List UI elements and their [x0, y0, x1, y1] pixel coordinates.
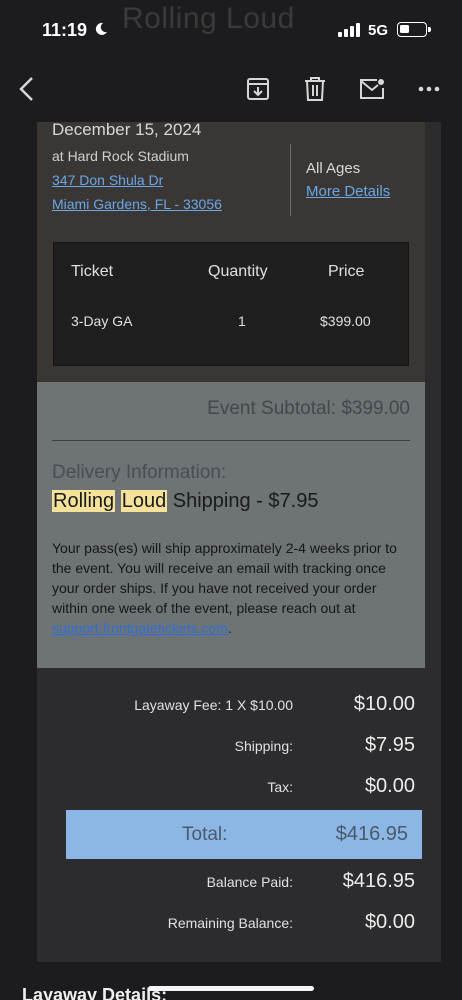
address-line1-link[interactable]: 347 Don Shula Dr — [52, 172, 163, 188]
balance-paid-row: Balance Paid: $416.95 — [37, 867, 441, 897]
highlight-word: Loud — [120, 490, 168, 512]
summary-value: $10.00 — [353, 693, 415, 715]
ticket-table: Ticket Quantity Price 3-Day GA 1 $399.00 — [53, 242, 409, 366]
row-quantity: 1 — [238, 313, 246, 329]
divider — [52, 440, 410, 441]
summary-value: $0.00 — [364, 911, 415, 933]
tax-row: Tax: $0.00 — [37, 772, 441, 802]
layaway-details-heading: Layaway Details: — [22, 985, 168, 1000]
event-venue: at Hard Rock Stadium — [52, 148, 189, 164]
mail-toolbar — [0, 58, 462, 122]
more-icon — [418, 86, 440, 92]
summary-label: Tax: — [267, 779, 293, 795]
layaway-fee-row: Layaway Fee: 1 X $10.00 $10.00 — [37, 690, 441, 720]
header-ticket: Ticket — [71, 263, 114, 280]
more-details-link[interactable]: More Details — [306, 183, 390, 200]
total-label: Total: — [182, 824, 228, 845]
summary-label: Balance Paid: — [206, 874, 293, 890]
summary-label: Remaining Balance: — [167, 915, 293, 931]
address-line2-link[interactable]: Miami Gardens, FL - 33056 — [52, 196, 222, 212]
event-subtotal: Event Subtotal: $399.00 — [207, 398, 410, 419]
trash-button[interactable] — [298, 72, 332, 106]
shipping-info-end: . — [227, 620, 232, 636]
shipping-info-text: Your pass(es) will ship approximately 2-… — [52, 540, 397, 616]
clock: 11:19 — [42, 20, 88, 40]
email-body: December 15, 2024 at Hard Rock Stadium 3… — [37, 120, 441, 962]
highlight-word: Rolling — [52, 490, 116, 512]
archive-icon — [247, 78, 269, 100]
event-date: December 15, 2024 — [52, 120, 202, 139]
event-details: December 15, 2024 at Hard Rock Stadium 3… — [37, 120, 425, 382]
back-button[interactable] — [10, 72, 44, 106]
archive-button[interactable] — [241, 72, 275, 106]
summary-label: Shipping: — [234, 738, 293, 754]
summary-label: Layaway Fee: 1 X $10.00 — [134, 697, 293, 713]
shipping-price: Shipping - $7.95 — [167, 490, 319, 512]
moon-icon — [95, 22, 107, 35]
shipping-method: Rolling Loud Shipping - $7.95 — [52, 490, 318, 513]
total-row: Total: $416.95 — [66, 810, 422, 859]
row-ticket: 3-Day GA — [71, 313, 133, 329]
remaining-balance-row: Remaining Balance: $0.00 — [37, 908, 441, 938]
summary-value: $7.95 — [364, 734, 415, 756]
network-type: 5G — [368, 22, 389, 39]
home-indicator[interactable] — [148, 986, 314, 991]
mark-unread-button[interactable] — [355, 72, 389, 106]
trash-icon — [305, 77, 325, 101]
header-quantity: Quantity — [208, 263, 268, 280]
header-price: Price — [328, 263, 365, 280]
email-subject-ghost: Rolling Loud — [122, 2, 295, 35]
summary-value: $0.00 — [364, 775, 415, 797]
divider — [290, 144, 291, 216]
battery-icon — [397, 22, 431, 37]
delivery-section: Event Subtotal: $399.00 Delivery Informa… — [37, 382, 425, 668]
age-restriction: All Ages — [306, 160, 361, 177]
shipping-info: Your pass(es) will ship approximately 2-… — [52, 538, 414, 638]
chevron-left-icon — [19, 77, 33, 101]
summary-value: $416.95 — [342, 870, 415, 892]
mail-icon — [360, 79, 384, 99]
signal-icon — [338, 23, 360, 37]
row-price: $399.00 — [320, 313, 371, 329]
total-value: $416.95 — [335, 823, 408, 845]
shipping-row: Shipping: $7.95 — [37, 731, 441, 761]
support-link[interactable]: support.frontgatetickets.com — [52, 620, 228, 636]
more-button[interactable] — [412, 72, 446, 106]
delivery-label: Delivery Information: — [52, 462, 227, 483]
